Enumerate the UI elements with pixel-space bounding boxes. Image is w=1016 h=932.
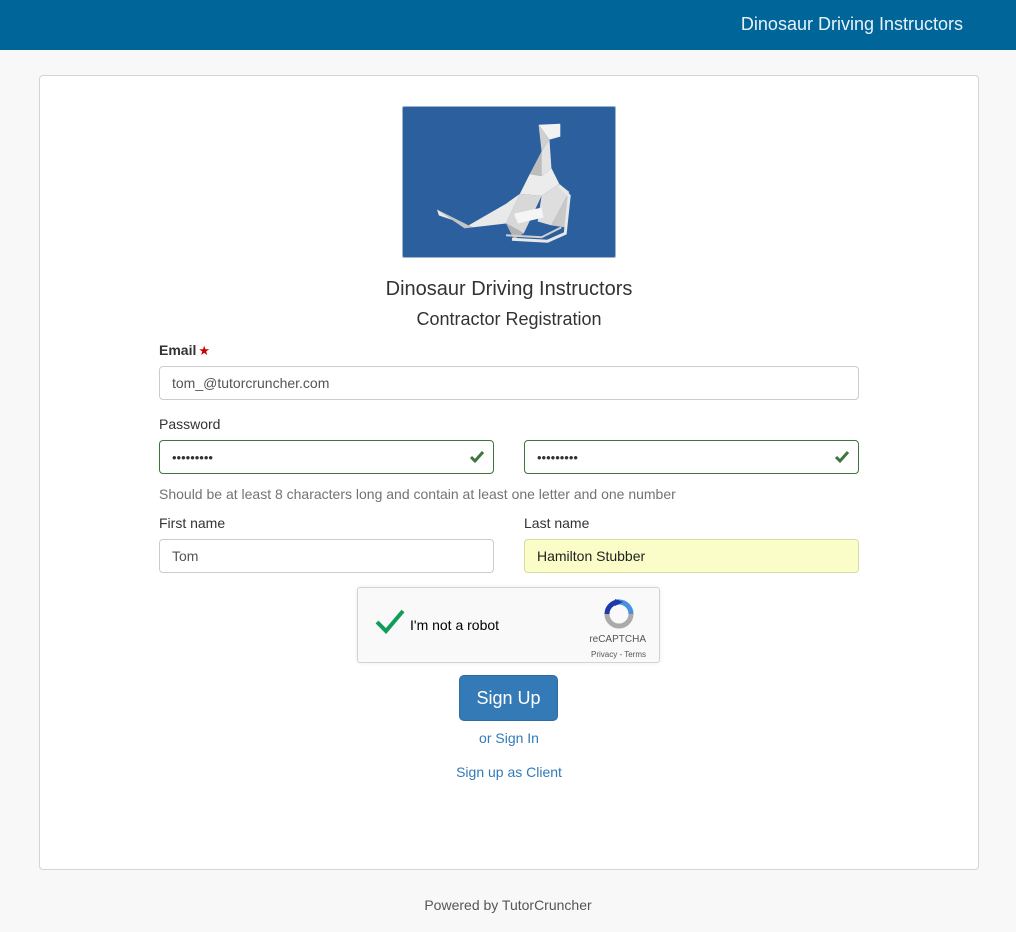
registration-card: Dinosaur Driving Instructors Contractor … (39, 75, 979, 870)
email-label: Email ★ (159, 342, 210, 359)
required-star-icon: ★ (198, 343, 211, 358)
password-confirm-field[interactable]: ••••••••• (524, 440, 859, 474)
sign-up-as-client-link[interactable]: Sign up as Client (40, 764, 978, 780)
password-valid-check-icon (469, 451, 485, 464)
email-field[interactable]: tom_@tutorcruncher.com (159, 366, 859, 400)
recaptcha-checkbox[interactable] (374, 608, 406, 636)
recaptcha-privacy-terms-links[interactable]: Privacy - Terms (591, 650, 646, 659)
password-confirm-valid-check-icon (834, 451, 850, 464)
form-title: Contractor Registration (416, 309, 602, 329)
last-name-field[interactable]: Hamilton Stubber (524, 539, 859, 573)
recaptcha-logo-icon (604, 599, 634, 629)
last-name-label: Last name (524, 515, 590, 531)
recaptcha-label: I'm not a robot (410, 617, 500, 633)
footer-powered-by: Powered by TutorCruncher (424, 897, 592, 913)
dinosaur-logo-icon (402, 106, 616, 258)
last-name-field-value: Hamilton Stubber (537, 548, 646, 564)
first-name-field-value: Tom (172, 548, 199, 564)
recaptcha-widget: I'm not a robot reCAPTCHA Privacy - Term… (357, 587, 660, 663)
email-field-value: tom_@tutorcruncher.com (172, 375, 330, 391)
email-label-text: Email (159, 342, 197, 358)
sign-in-link[interactable]: or Sign In (40, 730, 978, 746)
password-field-value: ••••••••• (172, 450, 213, 465)
organization-title: Dinosaur Driving Instructors (385, 278, 633, 300)
recaptcha-brand: reCAPTCHA (589, 634, 646, 645)
first-name-label: First name (159, 515, 226, 531)
password-field[interactable]: ••••••••• (159, 440, 494, 474)
navbar-brand[interactable]: Dinosaur Driving Instructors (741, 14, 963, 35)
top-navbar: Dinosaur Driving Instructors (0, 0, 1016, 50)
sign-up-button[interactable]: Sign Up (459, 675, 558, 721)
password-confirm-field-value: ••••••••• (537, 450, 578, 465)
first-name-field[interactable]: Tom (159, 539, 494, 573)
password-help-text: Should be at least 8 characters long and… (159, 486, 676, 502)
password-label: Password (159, 416, 221, 432)
